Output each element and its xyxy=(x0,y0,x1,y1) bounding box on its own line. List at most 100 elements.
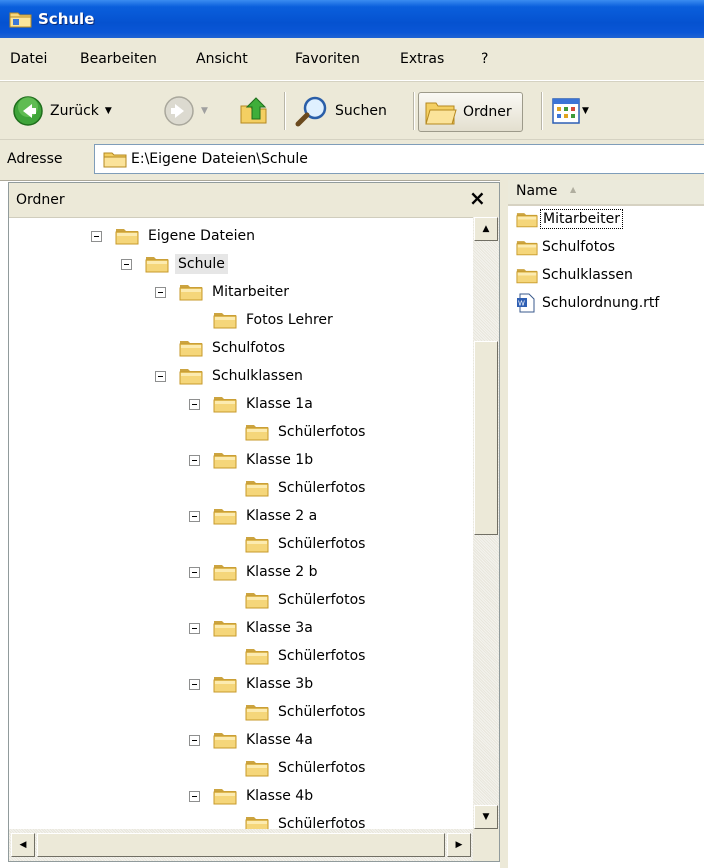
tree-node-label: Schülerfotos xyxy=(278,480,366,496)
menu-extras[interactable]: Extras xyxy=(400,51,444,67)
view-icon xyxy=(552,98,580,124)
scroll-left-button[interactable]: ◀ xyxy=(11,833,35,857)
tree-node-label: Mitarbeiter xyxy=(212,284,290,300)
tree-node-label: Schülerfotos xyxy=(278,424,366,440)
tree-node[interactable]: Klasse 1b xyxy=(189,447,316,473)
address-label: Adresse xyxy=(7,151,63,167)
tree-node[interactable]: Eigene Dateien xyxy=(91,223,258,249)
tree-node-label: Klasse 3b xyxy=(246,676,314,692)
collapse-toggle-icon[interactable] xyxy=(189,622,200,634)
folders-button[interactable]: Ordner xyxy=(418,92,523,132)
tree-node-label: Schülerfotos xyxy=(278,536,366,552)
scroll-thumb[interactable] xyxy=(474,341,498,535)
tree-node[interactable]: Schülerfotos xyxy=(245,419,368,445)
pane-splitter[interactable] xyxy=(500,180,508,868)
tree-node[interactable]: Klasse 2 a xyxy=(189,503,320,529)
folders-icon xyxy=(425,102,457,125)
tree-node[interactable]: Klasse 1a xyxy=(189,391,316,417)
vertical-scrollbar[interactable]: ▲ ▼ xyxy=(473,217,499,829)
collapse-toggle-icon[interactable] xyxy=(189,454,200,466)
up-folder-button[interactable] xyxy=(238,92,270,130)
folder-icon xyxy=(9,12,32,28)
views-dropdown-icon[interactable]: ▼ xyxy=(582,106,589,116)
file-list-item[interactable]: W Schulordnung.rtf xyxy=(516,290,661,316)
address-path: E:\Eigene Dateien\Schule xyxy=(131,151,308,167)
back-button[interactable]: Zurück ▼ xyxy=(12,92,112,130)
tree-node[interactable]: Schülerfotos xyxy=(245,475,368,501)
folder-icon xyxy=(245,537,269,553)
close-icon[interactable]: × xyxy=(469,186,486,210)
tree-node[interactable]: Klasse 3b xyxy=(189,671,316,697)
tree-node-label: Schülerfotos xyxy=(278,704,366,720)
tree-node[interactable]: Schulfotos xyxy=(179,335,288,361)
scroll-right-button[interactable]: ▶ xyxy=(447,833,471,857)
tree-node[interactable]: Schülerfotos xyxy=(245,811,368,829)
tree-node-label: Schülerfotos xyxy=(278,816,366,829)
forward-dropdown-icon[interactable]: ▼ xyxy=(201,106,208,116)
menu-favorites[interactable]: Favoriten xyxy=(295,51,360,67)
tree-node[interactable]: Fotos Lehrer xyxy=(213,307,336,333)
collapse-toggle-icon[interactable] xyxy=(189,398,200,410)
scroll-thumb-horizontal[interactable] xyxy=(37,833,445,857)
collapse-toggle-icon[interactable] xyxy=(121,258,132,270)
collapse-toggle-icon[interactable] xyxy=(189,678,200,690)
scroll-corner xyxy=(473,829,499,861)
folder-icon xyxy=(245,481,269,497)
horizontal-scrollbar[interactable]: ◀ ▶ xyxy=(9,829,473,861)
tree-node[interactable]: Schülerfotos xyxy=(245,587,368,613)
collapse-toggle-icon[interactable] xyxy=(189,566,200,578)
forward-button[interactable]: ▼ xyxy=(163,92,208,130)
views-button[interactable]: ▼ xyxy=(552,92,589,130)
menu-bar: Datei Bearbeiten Ansicht Favoriten Extra… xyxy=(0,38,704,81)
search-button[interactable]: Suchen xyxy=(295,92,387,130)
toolbar: Zurück ▼ ▼ Suchen Ordner ▼ xyxy=(0,81,704,140)
collapse-toggle-icon[interactable] xyxy=(189,790,200,802)
search-label: Suchen xyxy=(335,103,387,119)
tree-node[interactable]: Schülerfotos xyxy=(245,643,368,669)
menu-file[interactable]: Datei xyxy=(10,51,47,67)
file-list-item[interactable]: Schulfotos xyxy=(516,234,617,260)
collapse-toggle-icon[interactable] xyxy=(189,734,200,746)
tree-node[interactable]: Schule xyxy=(121,251,228,277)
scroll-up-button[interactable]: ▲ xyxy=(474,217,498,241)
tree-node[interactable]: Schülerfotos xyxy=(245,755,368,781)
tree-node[interactable]: Schülerfotos xyxy=(245,531,368,557)
tree-node[interactable]: Mitarbeiter xyxy=(155,279,292,305)
scroll-down-button[interactable]: ▼ xyxy=(474,805,498,829)
folder-icon xyxy=(213,313,237,329)
folder-icon xyxy=(213,789,237,805)
tree-node-label: Klasse 2 a xyxy=(246,508,318,524)
collapse-toggle-icon[interactable] xyxy=(189,510,200,522)
collapse-toggle-icon[interactable] xyxy=(155,286,166,298)
column-name-label: Name xyxy=(516,183,558,199)
collapse-toggle-icon[interactable] xyxy=(155,370,166,382)
folder-icon xyxy=(213,733,237,749)
menu-help[interactable]: ? xyxy=(481,51,488,67)
file-list-item[interactable]: Mitarbeiter xyxy=(516,206,624,232)
tree-node[interactable]: Schülerfotos xyxy=(245,699,368,725)
tree-node[interactable]: Klasse 3a xyxy=(189,615,316,641)
tree-node-label: Schülerfotos xyxy=(278,760,366,776)
tree-node[interactable]: Klasse 2 b xyxy=(189,559,321,585)
menu-view[interactable]: Ansicht xyxy=(196,51,248,67)
tree-node-label: Schulfotos xyxy=(212,340,286,356)
collapse-toggle-icon[interactable] xyxy=(91,230,102,242)
file-list-item[interactable]: Schulklassen xyxy=(516,262,635,288)
column-header-name[interactable]: Name ▲ xyxy=(508,180,704,206)
folder-icon xyxy=(179,285,203,301)
title-bar[interactable]: Schule xyxy=(0,0,704,38)
tree-node[interactable]: Klasse 4a xyxy=(189,727,316,753)
file-name: Schulfotos xyxy=(542,239,616,255)
file-name: Schulklassen xyxy=(542,267,633,283)
folder-icon xyxy=(213,453,237,469)
tree-node[interactable]: Klasse 4b xyxy=(189,783,316,809)
back-dropdown-icon[interactable]: ▼ xyxy=(105,106,112,116)
tree-node-label: Schülerfotos xyxy=(278,648,366,664)
file-name: Mitarbeiter xyxy=(540,209,624,229)
folder-pane: Ordner × Eigene Dateien Schule Mitarbeiter… xyxy=(8,182,500,862)
menu-edit[interactable]: Bearbeiten xyxy=(80,51,157,67)
tree-node[interactable]: Schulklassen xyxy=(155,363,306,389)
folder-icon xyxy=(516,212,538,227)
address-field[interactable]: E:\Eigene Dateien\Schule xyxy=(94,144,704,174)
up-folder-icon xyxy=(240,97,267,124)
